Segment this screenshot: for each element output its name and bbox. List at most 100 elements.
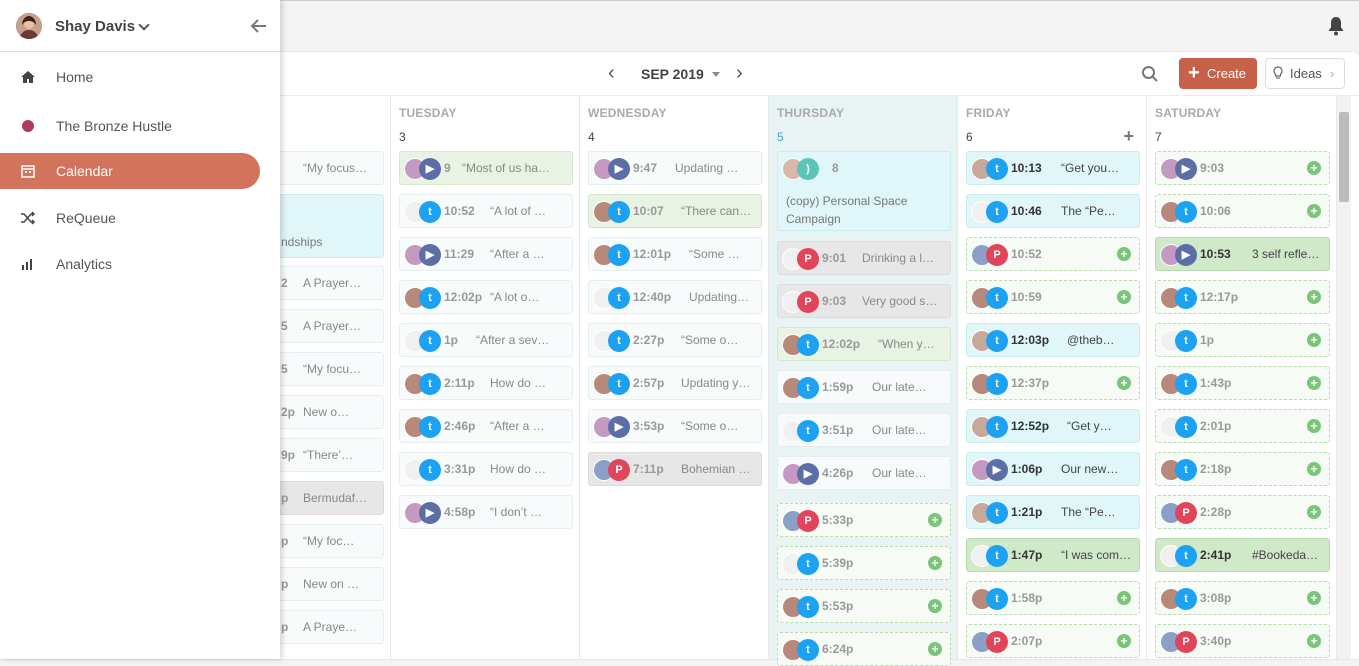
post-time: 12:17p bbox=[1200, 290, 1239, 304]
post-card[interactable]: P 5:33p + bbox=[777, 503, 951, 537]
add-slot-icon[interactable]: + bbox=[928, 556, 942, 570]
create-button[interactable]: + Create bbox=[1179, 58, 1257, 89]
next-month-icon[interactable]: › bbox=[736, 62, 752, 86]
add-slot-icon[interactable]: + bbox=[928, 642, 942, 656]
arrow-left-icon[interactable] bbox=[250, 17, 268, 35]
add-slot-icon[interactable]: + bbox=[1117, 376, 1131, 390]
post-card[interactable]: t 3:31p How do … bbox=[399, 452, 573, 486]
search-icon[interactable] bbox=[1141, 65, 1159, 83]
post-card[interactable]: t 1:58p + bbox=[966, 581, 1140, 615]
ideas-button[interactable]: Ideas › bbox=[1265, 58, 1345, 89]
sidebar-item-analytics[interactable]: Analytics bbox=[0, 246, 260, 282]
add-slot-icon[interactable]: + bbox=[1117, 290, 1131, 304]
post-time: 5:39p bbox=[822, 556, 854, 570]
post-card[interactable]: ▶ 9:03 + bbox=[1155, 151, 1330, 185]
post-card[interactable]: t 12:37p + bbox=[966, 366, 1140, 400]
post-text: The “Pe… bbox=[1061, 505, 1116, 519]
post-card[interactable]: ) 8 (copy) Personal Space Campaign bbox=[777, 151, 951, 231]
post-card[interactable]: t 2:57p Updating y… bbox=[588, 366, 762, 400]
add-slot-icon[interactable]: + bbox=[1117, 591, 1131, 605]
post-card[interactable]: ▶ 11:29 “After a … bbox=[399, 237, 573, 271]
post-card[interactable]: P 9:03 Very good s… bbox=[777, 284, 951, 318]
post-card[interactable]: t 6:24p + bbox=[777, 632, 951, 666]
post-card[interactable]: t 2:41p #Bookedan… bbox=[1155, 538, 1330, 572]
add-slot-icon[interactable]: + bbox=[928, 513, 942, 527]
post-card[interactable]: ▶ 4:26p Our late… bbox=[777, 456, 951, 490]
post-card[interactable]: t 1p + bbox=[1155, 323, 1330, 357]
post-card[interactable]: t 12:17p + bbox=[1155, 280, 1330, 314]
sidebar-item-calendar[interactable]: Calendar bbox=[0, 153, 260, 189]
post-card[interactable]: t 5:39p + bbox=[777, 546, 951, 580]
post-card[interactable]: t 1p “After a sev… bbox=[399, 323, 573, 357]
month-dropdown-icon[interactable] bbox=[712, 72, 720, 77]
add-slot-icon[interactable]: + bbox=[1307, 591, 1321, 605]
scrollbar-thumb[interactable] bbox=[1339, 112, 1349, 202]
post-card[interactable]: t 2:27p “Some o… bbox=[588, 323, 762, 357]
add-slot-icon[interactable]: + bbox=[1117, 247, 1131, 261]
post-card[interactable]: ▶ 3:53p “Some o… bbox=[588, 409, 762, 443]
post-card[interactable]: t 2:01p + bbox=[1155, 409, 1330, 443]
post-card[interactable]: t 2:18p + bbox=[1155, 452, 1330, 486]
avatar[interactable] bbox=[16, 13, 42, 39]
sidebar-item-requeue[interactable]: ReQueue bbox=[0, 200, 260, 236]
post-card[interactable]: ▶ 9 “Most of us ha… bbox=[399, 151, 573, 185]
post-card[interactable]: t 12:52p “Get y… bbox=[966, 409, 1140, 443]
post-card[interactable]: t 3:51p Our late… bbox=[777, 413, 951, 447]
post-text: “After a … bbox=[490, 247, 545, 261]
post-card[interactable]: t 5:53p + bbox=[777, 589, 951, 623]
post-card[interactable]: t 1:59p Our late… bbox=[777, 370, 951, 404]
post-card[interactable]: P 2:07p + bbox=[966, 624, 1140, 658]
add-slot-icon[interactable]: + bbox=[1307, 161, 1321, 175]
twitter-icon: t bbox=[986, 201, 1008, 223]
post-card[interactable]: t 10:13 “Get you… bbox=[966, 151, 1140, 185]
post-card[interactable]: t 10:07 “There can… bbox=[588, 194, 762, 228]
post-card[interactable]: t 1:47p “I was com… bbox=[966, 538, 1140, 572]
post-card[interactable]: t 10:59 + bbox=[966, 280, 1140, 314]
post-card[interactable]: t 2:11p How do … bbox=[399, 366, 573, 400]
post-card[interactable]: t 1:21p The “Pe… bbox=[966, 495, 1140, 529]
add-slot-icon[interactable]: + bbox=[1307, 333, 1321, 347]
post-time: 3:51p bbox=[822, 423, 854, 437]
post-card[interactable]: t 2:46p “After a … bbox=[399, 409, 573, 443]
month-label[interactable]: SEP 2019 bbox=[641, 66, 704, 82]
add-slot-icon[interactable]: + bbox=[1307, 634, 1321, 648]
user-name[interactable]: Shay Davis bbox=[55, 18, 135, 35]
post-card[interactable]: t 1:43p + bbox=[1155, 366, 1330, 400]
post-card[interactable]: P 10:52 + bbox=[966, 237, 1140, 271]
post-text: “After a sev… bbox=[476, 333, 550, 347]
post-card[interactable]: P 3:40p + bbox=[1155, 624, 1330, 658]
post-card[interactable]: t 12:02p “When y… bbox=[777, 327, 951, 361]
post-card[interactable]: ▶ 1:06p Our new… bbox=[966, 452, 1140, 486]
add-slot-icon[interactable]: + bbox=[1307, 204, 1321, 218]
sidebar-item-the-bronze-hustle[interactable]: The Bronze Hustle bbox=[0, 108, 260, 144]
post-card[interactable]: P 9:01 Drinking a l… bbox=[777, 241, 951, 275]
post-card[interactable]: t 12:02p “A lot o… bbox=[399, 280, 573, 314]
add-slot-icon[interactable]: + bbox=[1117, 634, 1131, 648]
add-slot-icon[interactable]: + bbox=[1307, 505, 1321, 519]
add-slot-icon[interactable]: + bbox=[1307, 462, 1321, 476]
sidebar-item-home[interactable]: Home bbox=[0, 59, 260, 95]
post-card[interactable]: t 3:08p + bbox=[1155, 581, 1330, 615]
post-card[interactable]: P 7:11p Bohemian … bbox=[588, 452, 762, 486]
post-card[interactable]: ▶ 10:53 3 self reflec… bbox=[1155, 237, 1330, 271]
post-card[interactable]: t 12:03p @theb… bbox=[966, 323, 1140, 357]
post-card[interactable]: t 12:01p “Some … bbox=[588, 237, 762, 271]
bell-icon[interactable] bbox=[1327, 16, 1345, 36]
post-card[interactable]: ▶ 4:58p “I don’t … bbox=[399, 495, 573, 529]
chevron-down-icon[interactable] bbox=[138, 19, 150, 31]
user-menu[interactable]: Shay Davis bbox=[0, 0, 280, 52]
post-card[interactable]: P 2:28p + bbox=[1155, 495, 1330, 529]
prev-month-icon[interactable]: ‹ bbox=[608, 62, 624, 86]
post-card[interactable]: t 12:40p Updating… bbox=[588, 280, 762, 314]
post-card[interactable]: t 10:06 + bbox=[1155, 194, 1330, 228]
add-slot-icon[interactable]: + bbox=[1307, 376, 1321, 390]
post-time: 12:37p bbox=[1011, 376, 1050, 390]
post-card[interactable]: t 10:46 The “Pe… bbox=[966, 194, 1140, 228]
add-post-icon[interactable]: + bbox=[1123, 126, 1134, 147]
add-slot-icon[interactable]: + bbox=[1307, 290, 1321, 304]
post-card[interactable]: t 10:52 “A lot of … bbox=[399, 194, 573, 228]
add-slot-icon[interactable]: + bbox=[928, 599, 942, 613]
add-slot-icon[interactable]: + bbox=[1307, 419, 1321, 433]
scrollbar[interactable] bbox=[1337, 96, 1351, 659]
post-card[interactable]: ▶ 9:47 Updating … bbox=[588, 151, 762, 185]
